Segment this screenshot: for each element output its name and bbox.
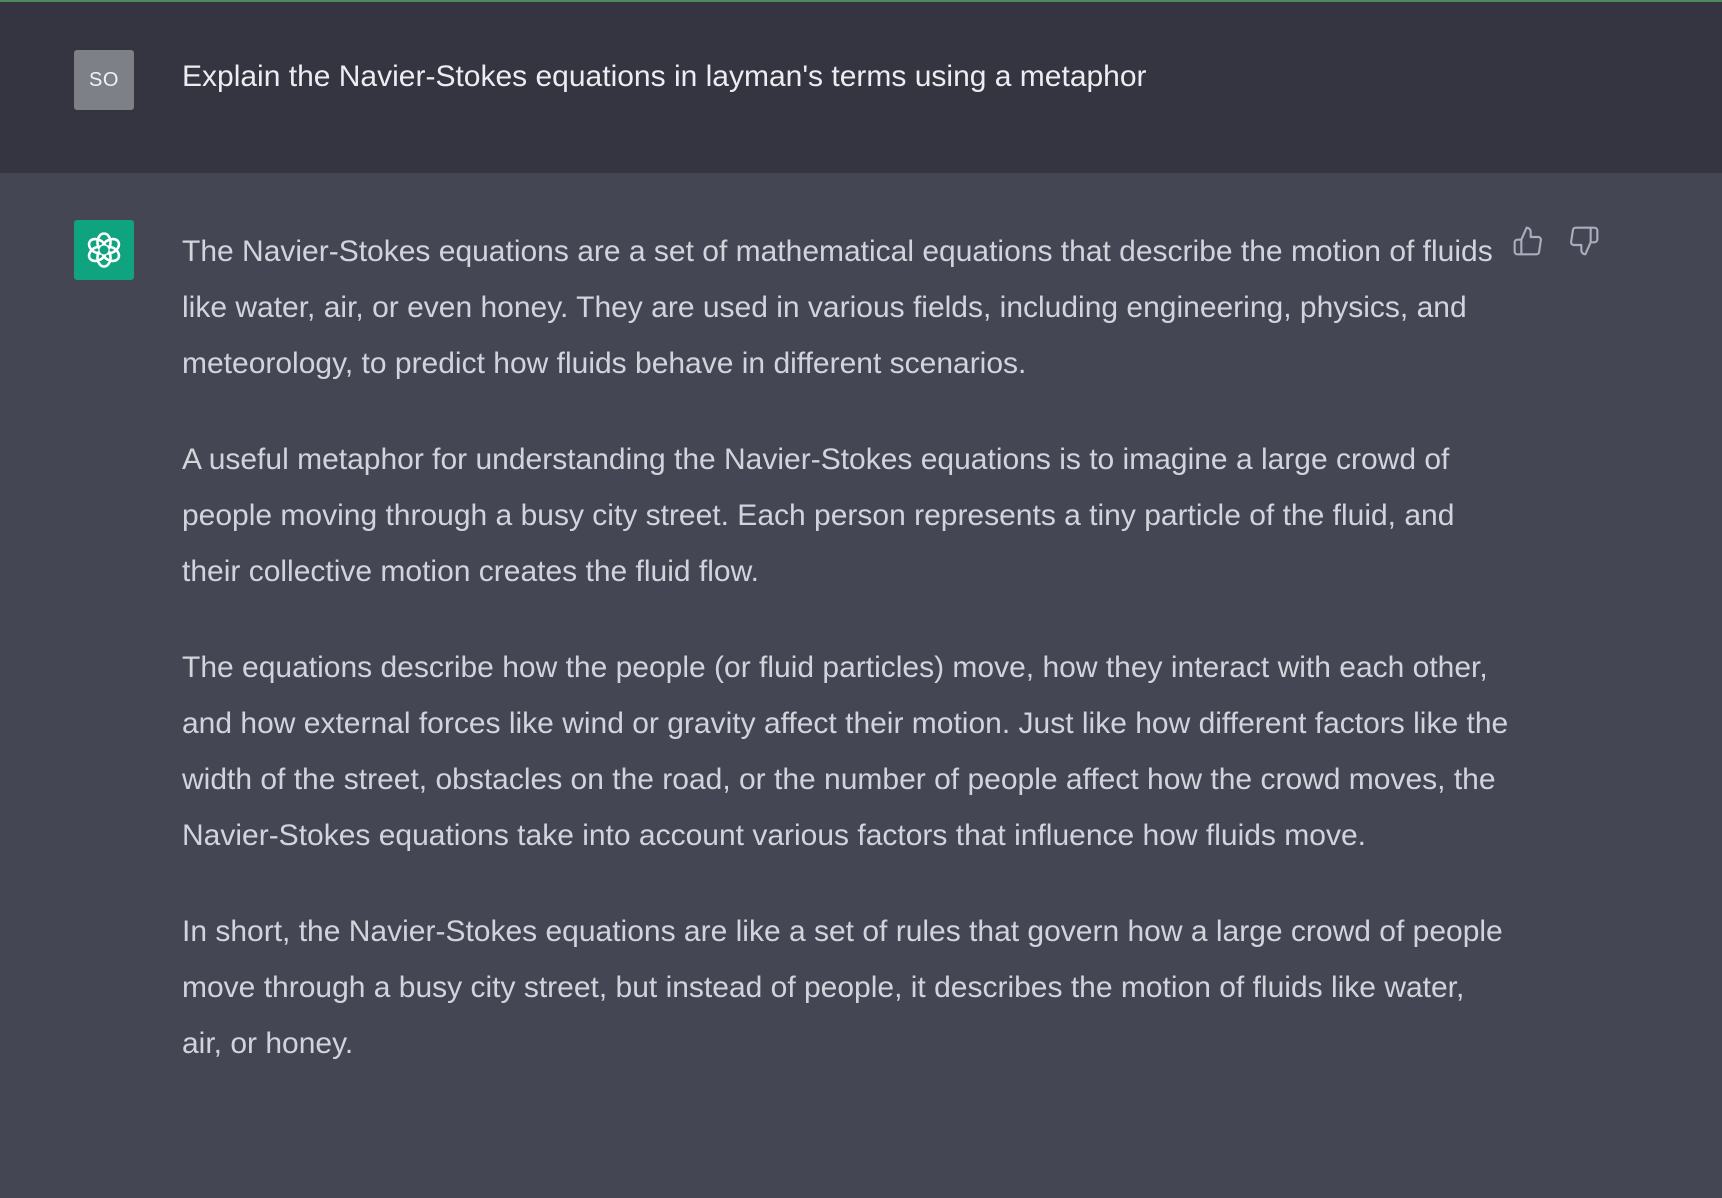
thumbs-down-button[interactable] [1566,223,1602,259]
reply-paragraph: The Navier-Stokes equations are a set of… [182,235,1493,380]
user-message-row: SO Explain the Navier-Stokes equations i… [0,2,1722,173]
thumbs-up-button[interactable] [1510,223,1546,259]
user-avatar-initials: SO [89,68,119,91]
thumbs-down-icon [1570,226,1599,256]
reply-paragraph: The equations describe how the people (o… [182,651,1509,852]
thumbs-up-icon [1513,226,1542,256]
assistant-message-row: The Navier-Stokes equations are a set of… [0,173,1722,1198]
reply-paragraph: A useful metaphor for understanding the … [182,443,1455,588]
openai-logo-icon [87,232,121,268]
assistant-reply: The Navier-Stokes equations are a set of… [182,224,1512,1112]
assistant-avatar [74,220,134,280]
user-message-text: Explain the Navier-Stokes equations in l… [182,60,1147,93]
reply-paragraph: In short, the Navier-Stokes equations ar… [182,915,1503,1060]
user-avatar: SO [74,50,134,110]
